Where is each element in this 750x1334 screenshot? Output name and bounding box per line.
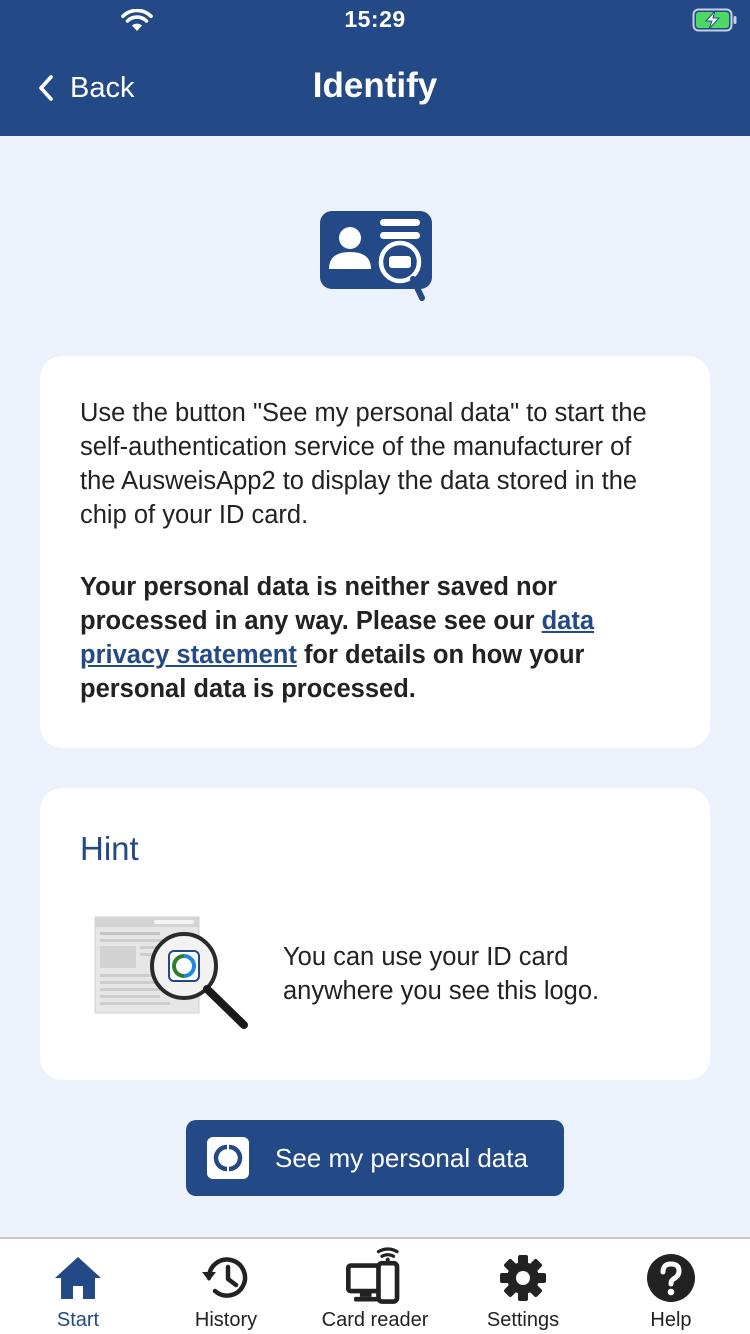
tab-history[interactable]: History — [151, 1239, 301, 1334]
card-reader-icon — [346, 1247, 400, 1304]
ausweis-logo-icon — [207, 1137, 249, 1179]
browser-magnifier-illustration — [94, 916, 248, 1029]
battery-charging-icon — [692, 8, 737, 32]
hint-text: You can use your ID card anywhere you se… — [283, 943, 600, 1005]
tab-help[interactable]: Help — [596, 1239, 746, 1334]
status-bar: 15:29 — [0, 0, 750, 40]
info-card: Use the button "See my personal data" to… — [40, 356, 710, 748]
tab-settings[interactable]: Settings — [448, 1239, 598, 1334]
tab-label-card-reader: Card reader — [321, 1309, 429, 1331]
help-icon — [647, 1254, 695, 1302]
status-time: 15:29 — [344, 6, 406, 32]
see-personal-data-button[interactable]: See my personal data — [186, 1120, 564, 1196]
id-card-search-icon — [320, 211, 432, 301]
privacy-notice-start: Your personal data is neither saved nor … — [80, 573, 558, 635]
tab-start[interactable]: Start — [3, 1239, 153, 1334]
privacy-notice: Your personal data is neither saved nor … — [80, 570, 670, 706]
hint-title: Hint — [80, 830, 139, 867]
tab-card-reader[interactable]: Card reader — [300, 1239, 450, 1334]
tab-label-history: History — [194, 1309, 258, 1331]
info-paragraph: Use the button "See my personal data" to… — [80, 399, 647, 529]
page-title: Identify — [312, 66, 438, 105]
tab-label-help: Help — [650, 1309, 692, 1331]
history-icon — [202, 1257, 248, 1298]
tab-label-settings: Settings — [486, 1309, 560, 1331]
see-personal-data-label: See my personal data — [275, 1142, 528, 1173]
app-header: 15:29 Back Identify — [0, 0, 750, 136]
gear-icon — [500, 1255, 546, 1301]
tab-bar: Start History Card reader Settings Help — [0, 1237, 750, 1334]
home-icon — [55, 1257, 101, 1299]
tab-label-start: Start — [56, 1309, 100, 1331]
